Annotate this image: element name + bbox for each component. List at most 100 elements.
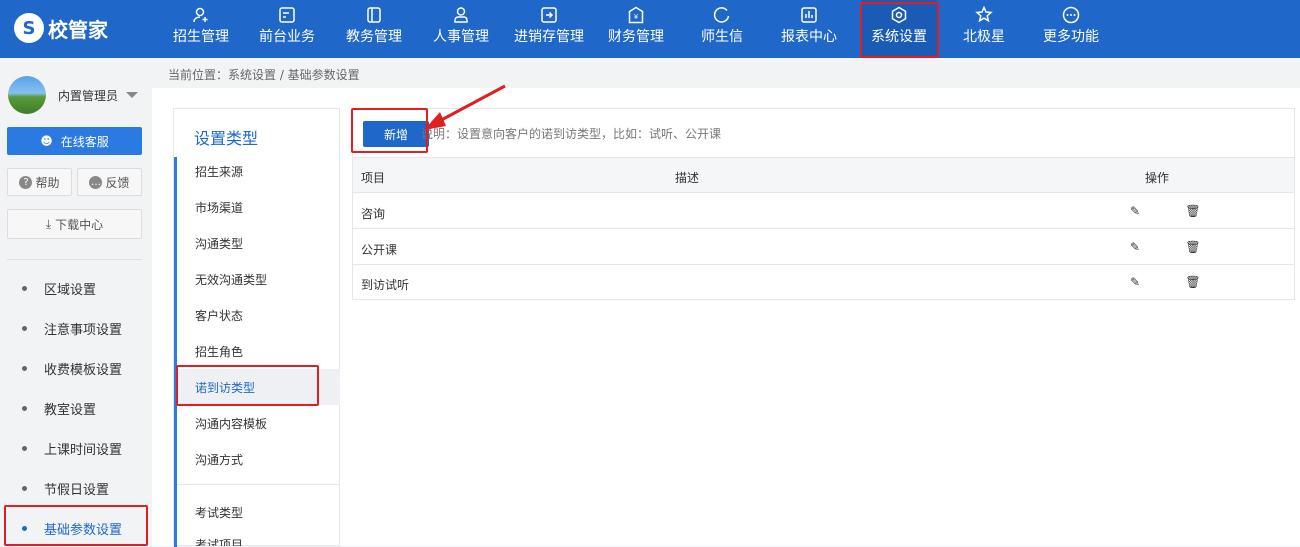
breadcrumb: 当前位置：系统设置 / 基础参数设置 bbox=[168, 68, 360, 82]
nav-label: 更多功能 bbox=[1043, 29, 1099, 45]
type-item-source[interactable]: 招生来源 bbox=[177, 153, 340, 189]
gear-icon bbox=[891, 6, 907, 24]
nav-label: 师生信 bbox=[701, 29, 743, 45]
user-name[interactable]: 内置管理员 bbox=[58, 87, 118, 104]
nav-label: 招生管理 bbox=[173, 29, 229, 45]
book-icon bbox=[367, 7, 381, 23]
avatar[interactable] bbox=[8, 76, 46, 114]
chevron-down-icon[interactable] bbox=[126, 92, 138, 98]
feedback-button[interactable]: … 反馈 bbox=[77, 168, 142, 196]
row-item: 到访试听 bbox=[361, 278, 410, 292]
row-item: 公开课 bbox=[361, 243, 398, 257]
column-header-item: 项目 bbox=[361, 171, 386, 185]
sidebar-item-notes[interactable]: 注意事项设置 bbox=[0, 313, 152, 343]
setting-type-panel: 设置类型 招生来源 市场渠道 沟通类型 无效沟通类型 客户状态 招生角色 诺到访… bbox=[173, 108, 340, 547]
type-item-comm-type[interactable]: 沟通类型 bbox=[177, 225, 340, 261]
bullet-icon bbox=[22, 445, 27, 451]
nav-more[interactable]: 更多功能 bbox=[1033, 0, 1109, 58]
online-service-button[interactable]: ☻ 在线客服 bbox=[7, 127, 142, 155]
type-item-comm-template[interactable]: 沟通内容模板 bbox=[177, 405, 340, 441]
sidebar-item-label: 注意事项设置 bbox=[44, 322, 123, 338]
sidebar-item-class-time[interactable]: 上课时间设置 bbox=[0, 433, 152, 463]
trash-icon[interactable]: 🗑 bbox=[1185, 204, 1200, 218]
download-icon: ⤓ bbox=[45, 216, 52, 231]
sidebar-item-classroom[interactable]: 教室设置 bbox=[0, 393, 152, 423]
left-sidebar: 内置管理员 ☻ 在线客服 ? 帮助 … 反馈 ⤓ 下载中心 区域设置 注意事项设… bbox=[0, 58, 152, 546]
download-center-button[interactable]: ⤓ 下载中心 bbox=[7, 209, 142, 239]
nav-enrollment[interactable]: 招生管理 bbox=[163, 0, 239, 58]
question-icon: ? bbox=[19, 175, 33, 189]
sidebar-item-fee-template[interactable]: 收费模板设置 bbox=[0, 353, 152, 383]
logo-text: 校管家 bbox=[48, 17, 108, 42]
chart-icon bbox=[801, 7, 817, 23]
sidebar-divider bbox=[7, 259, 142, 260]
sidebar-item-label: 区域设置 bbox=[44, 282, 97, 298]
nav-hr[interactable]: 人事管理 bbox=[423, 0, 499, 58]
nav-label: 教务管理 bbox=[346, 29, 402, 45]
type-item-enroll-role[interactable]: 招生角色 bbox=[177, 333, 340, 369]
nav-system-settings[interactable]: 系统设置 bbox=[861, 0, 937, 58]
bullet-icon bbox=[22, 325, 27, 331]
row-item: 咨询 bbox=[361, 207, 386, 221]
add-button[interactable]: 新增 bbox=[363, 121, 429, 147]
service-icon: ☻ bbox=[40, 134, 53, 148]
nav-teacher-student[interactable]: 师生信 bbox=[684, 0, 760, 58]
bullet-icon bbox=[22, 485, 27, 491]
yen-icon: ¥ bbox=[628, 6, 644, 24]
type-item-channel[interactable]: 市场渠道 bbox=[177, 189, 340, 225]
nav-polaris[interactable]: 北极星 bbox=[946, 0, 1022, 58]
sidebar-item-label: 收费模板设置 bbox=[44, 362, 123, 378]
help-button[interactable]: ? 帮助 bbox=[7, 168, 72, 196]
nav-academic[interactable]: 教务管理 bbox=[336, 0, 412, 58]
nav-label: 北极星 bbox=[963, 29, 1005, 45]
nav-label: 财务管理 bbox=[608, 29, 664, 45]
type-item-comm-method[interactable]: 沟通方式 bbox=[177, 441, 340, 477]
sidebar-item-label: 节假日设置 bbox=[44, 482, 110, 498]
help-label: 帮助 bbox=[35, 175, 60, 190]
feedback-icon: … bbox=[89, 175, 103, 189]
bullet-icon bbox=[22, 525, 27, 531]
more-icon bbox=[1062, 6, 1080, 24]
column-header-description: 描述 bbox=[675, 171, 700, 185]
inventory-icon bbox=[541, 7, 557, 23]
sidebar-item-region[interactable]: 区域设置 bbox=[0, 273, 152, 303]
trash-icon[interactable]: 🗑 bbox=[1185, 275, 1200, 289]
star-icon bbox=[975, 6, 993, 23]
nav-finance[interactable]: ¥ 财务管理 bbox=[598, 0, 674, 58]
table-header: 项目 描述 操作 bbox=[353, 157, 1294, 193]
nav-reports[interactable]: 报表中心 bbox=[771, 0, 847, 58]
type-item-exam-type[interactable]: 考试类型 bbox=[177, 494, 340, 530]
sidebar-item-label: 基础参数设置 bbox=[44, 522, 123, 538]
top-navigation-bar: S 校管家 招生管理 前台业务 教务管理 人事管理 进销存管理 ¥ 财务管理 师… bbox=[0, 0, 1300, 58]
edit-icon[interactable]: ✎ bbox=[1128, 275, 1142, 289]
sidebar-item-basic-params[interactable]: 基础参数设置 bbox=[0, 513, 152, 543]
app-logo[interactable]: S 校管家 bbox=[14, 10, 124, 46]
column-header-actions: 操作 bbox=[1145, 171, 1170, 185]
nav-label: 进销存管理 bbox=[514, 29, 584, 45]
type-item-visit-type[interactable]: 诺到访类型 bbox=[177, 369, 340, 405]
table-row: 公开课 ✎ 🗑 bbox=[353, 230, 1294, 265]
nav-inventory[interactable]: 进销存管理 bbox=[507, 0, 591, 58]
sidebar-item-holiday[interactable]: 节假日设置 bbox=[0, 473, 152, 503]
nav-label: 报表中心 bbox=[781, 29, 837, 45]
download-label: 下载中心 bbox=[55, 217, 104, 232]
bullet-icon bbox=[22, 365, 27, 371]
chat-icon bbox=[713, 7, 730, 23]
trash-icon[interactable]: 🗑 bbox=[1185, 240, 1200, 254]
type-item-customer-status[interactable]: 客户状态 bbox=[177, 297, 340, 333]
nav-label: 前台业务 bbox=[259, 29, 315, 45]
type-item-invalid-comm[interactable]: 无效沟通类型 bbox=[177, 261, 340, 297]
edit-icon[interactable]: ✎ bbox=[1128, 204, 1142, 218]
content-panel: 新增 说明：设置意向客户的诺到访类型，比如：试听、公开课 项目 描述 操作 咨询… bbox=[352, 108, 1295, 300]
edit-icon[interactable]: ✎ bbox=[1128, 240, 1142, 254]
type-item-exam-subject[interactable]: 考试项目 bbox=[177, 530, 340, 546]
logo-mark: S bbox=[14, 13, 44, 43]
description-note: 说明：设置意向客户的诺到访类型，比如：试听、公开课 bbox=[421, 127, 722, 141]
bullet-icon bbox=[22, 285, 27, 291]
user-add-icon bbox=[193, 7, 208, 23]
nav-label: 系统设置 bbox=[871, 29, 927, 45]
type-panel-divider bbox=[177, 484, 340, 485]
table-row: 咨询 ✎ 🗑 bbox=[353, 194, 1294, 229]
nav-front-desk[interactable]: 前台业务 bbox=[249, 0, 325, 58]
svg-text:¥: ¥ bbox=[634, 13, 639, 21]
